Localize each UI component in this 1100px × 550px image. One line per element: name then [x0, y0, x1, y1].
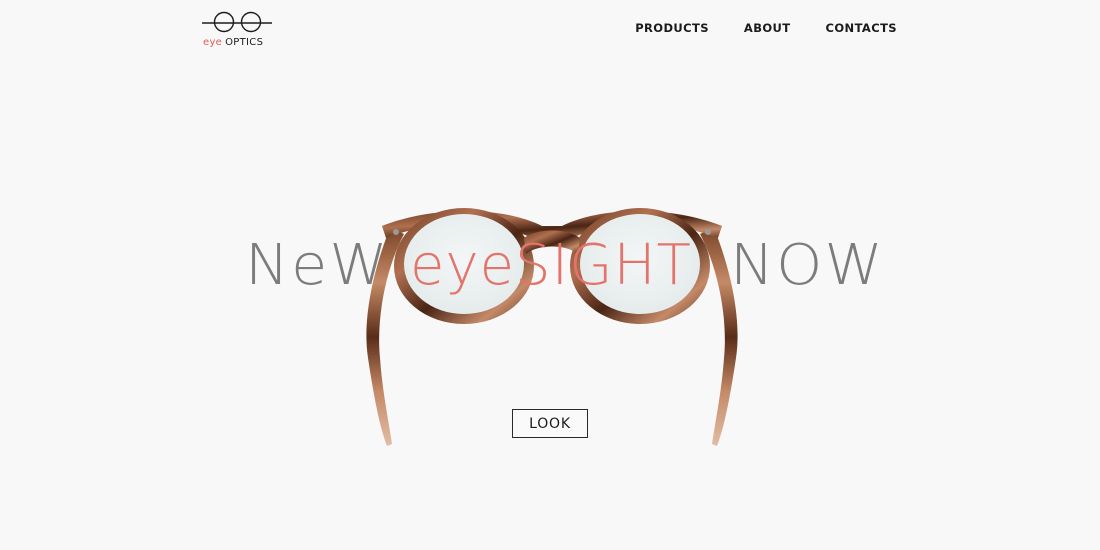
page: eye OPTICS PRODUCTS ABOUT CONTACTS NeW NO… [0, 0, 1100, 550]
hero-section: NeW NOW eyeSIGHT LOOK [0, 0, 1100, 550]
hero-word-now: NOW [730, 233, 885, 298]
hero-word-eyesight: eyeSIGHT [410, 233, 692, 298]
look-button[interactable]: LOOK [512, 409, 588, 438]
